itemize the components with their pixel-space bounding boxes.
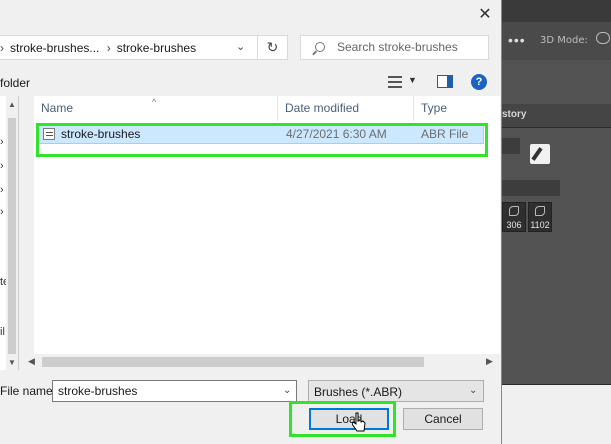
breadcrumb-separator: › — [0, 41, 4, 55]
close-button[interactable]: ✕ — [472, 4, 498, 26]
search-input[interactable] — [337, 40, 482, 54]
scroll-thumb[interactable] — [42, 357, 424, 367]
search-icon — [315, 42, 325, 52]
scroll-thumb[interactable] — [8, 118, 16, 354]
view-details-icon[interactable] — [388, 76, 402, 88]
3d-orbit-icon[interactable] — [596, 32, 610, 44]
nav-expand-arrow[interactable]: › — [0, 184, 4, 196]
breadcrumb: › stroke-brushes... › stroke-brushes — [0, 41, 200, 55]
brush-thumbnails: 306 1102 — [502, 202, 552, 232]
file-type-value: Brushes (*.ABR) — [314, 385, 403, 399]
horizontal-scrollbar[interactable]: ◀ ▶ — [26, 354, 500, 371]
cancel-button[interactable]: Cancel — [403, 408, 483, 430]
breadcrumb-item[interactable]: stroke-brushes... — [10, 41, 99, 55]
breadcrumb-item[interactable]: stroke-brushes — [117, 41, 196, 55]
chevron-down-icon[interactable]: ⌄ — [236, 40, 245, 53]
brush-icon[interactable] — [530, 144, 550, 164]
chevron-down-icon[interactable]: ⌄ — [469, 385, 477, 396]
highlight-box — [36, 123, 488, 157]
tab-history[interactable]: story — [502, 109, 526, 120]
load-dialog: ✕ › stroke-brushes... › stroke-brushes ⌄ ↻… — [0, 0, 502, 444]
file-name-combo[interactable]: ⌄ — [52, 380, 297, 402]
file-name-input[interactable] — [58, 384, 278, 398]
highlight-box — [289, 401, 396, 437]
file-type-select[interactable]: Brushes (*.ABR) ⌄ — [308, 380, 484, 402]
3d-mode-label: 3D Mode: — [540, 35, 588, 46]
nav-expand-arrow[interactable]: › — [0, 206, 4, 218]
column-header-date[interactable]: Date modified — [278, 96, 414, 121]
scroll-up-icon[interactable]: ▲ — [8, 100, 16, 109]
view-dropdown-icon[interactable]: ▼ — [408, 75, 417, 85]
breadcrumb-separator: › — [106, 41, 111, 55]
nav-expand-arrow[interactable]: › — [0, 136, 4, 148]
brush-size-field[interactable] — [500, 138, 520, 154]
column-header-name[interactable]: Name ^ — [34, 96, 278, 121]
app-bottom-area — [500, 384, 611, 444]
refresh-button[interactable]: ↻ — [258, 35, 288, 60]
brush-thumbnail[interactable]: 306 — [502, 202, 526, 232]
photoshop-background: ••• 3D Mode: story 306 1102 — [500, 0, 611, 444]
more-icon[interactable]: ••• — [508, 32, 526, 48]
brushes-panel: story 306 1102 — [500, 60, 611, 384]
nav-scrollbar[interactable]: ▲ ▼ — [6, 96, 19, 370]
scroll-right-icon[interactable]: ▶ — [486, 356, 493, 367]
chevron-down-icon[interactable]: ⌄ — [283, 385, 291, 396]
new-folder-button[interactable]: folder — [0, 76, 30, 90]
divider — [500, 384, 611, 385]
brush-thumbnail[interactable]: 1102 — [528, 202, 552, 232]
options-bar: ••• 3D Mode: — [500, 22, 611, 60]
nav-expand-arrow[interactable]: › — [0, 160, 4, 172]
brush-search-field[interactable] — [500, 180, 560, 196]
scroll-down-icon[interactable]: ▼ — [8, 358, 16, 367]
mouse-cursor-icon — [352, 412, 366, 432]
column-header-type[interactable]: Type — [414, 96, 500, 121]
sort-ascending-icon: ^ — [152, 97, 157, 107]
nav-item-label[interactable]: il — [0, 326, 5, 338]
address-bar[interactable]: › stroke-brushes... › stroke-brushes ⌄ — [0, 35, 258, 60]
scroll-left-icon[interactable]: ◀ — [28, 356, 35, 367]
search-box[interactable] — [300, 35, 489, 60]
file-name-label: File name: — [0, 384, 57, 398]
preview-pane-icon[interactable] — [437, 75, 453, 88]
panel-tab-bar: story — [500, 104, 611, 128]
help-icon[interactable]: ? — [471, 74, 487, 90]
